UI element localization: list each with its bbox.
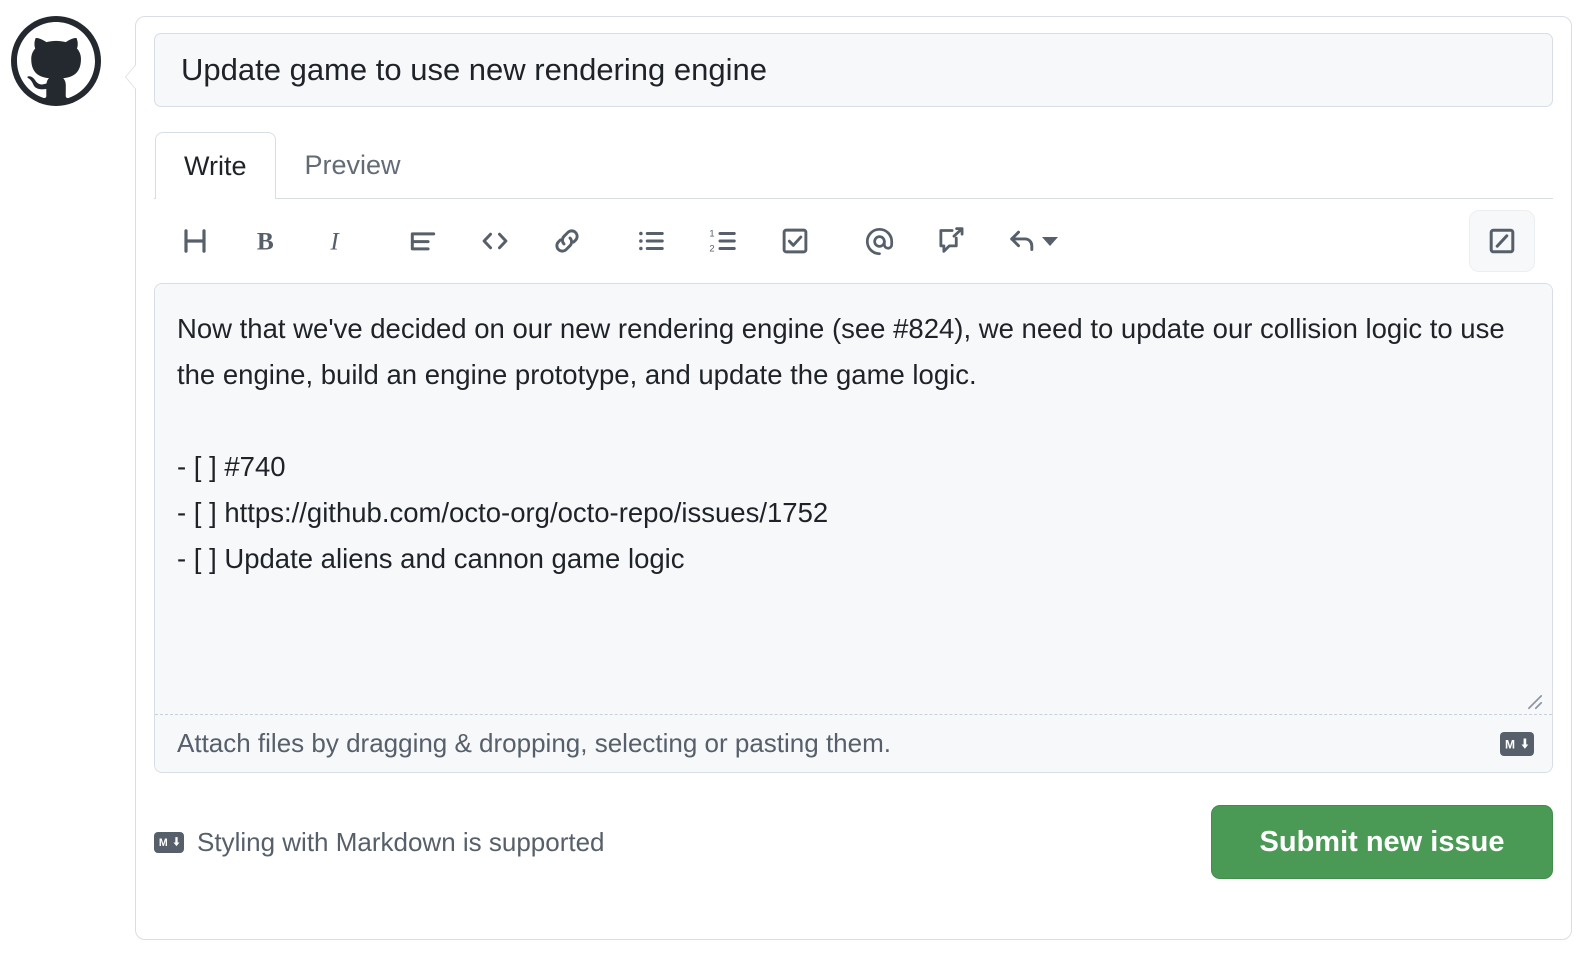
speech-bubble-arrow-inner [126,64,137,90]
svg-text:1: 1 [709,229,714,239]
tab-preview[interactable]: Preview [276,132,430,198]
code-icon [480,226,510,256]
saved-reply-icon [1008,226,1038,256]
avatar[interactable] [11,16,101,106]
svg-text:B: B [257,228,274,256]
quote-button[interactable] [400,218,446,264]
italic-button[interactable]: I [316,218,362,264]
mention-icon [864,226,895,257]
code-button[interactable] [472,218,518,264]
markdown-supported-note[interactable]: M Styling with Markdown is supported [154,827,605,858]
task-list-icon [780,226,810,256]
ordered-list-button[interactable]: 1 2 [700,218,746,264]
comment-body-textarea[interactable] [155,284,1552,714]
github-octocat-icon [17,22,95,100]
unordered-list-icon [636,226,666,256]
link-icon [552,226,582,256]
link-button[interactable] [544,218,590,264]
saved-reply-button[interactable] [1000,218,1066,264]
slash-command-icon [1486,225,1518,257]
heading-button[interactable] [172,218,218,264]
cross-reference-button[interactable] [928,218,974,264]
issue-title-input[interactable] [154,33,1553,107]
tab-preview-label: Preview [304,150,401,180]
heading-icon [180,226,210,256]
bold-button[interactable]: B [244,218,290,264]
issue-composer-page: Write Preview [0,0,1588,956]
submit-new-issue-button[interactable]: Submit new issue [1211,805,1553,879]
svg-text:I: I [329,228,340,256]
tab-write-label: Write [184,150,247,181]
svg-text:M: M [158,837,167,849]
composer-footer: M Styling with Markdown is supported Sub… [154,803,1553,881]
slash-command-button[interactable] [1469,210,1535,272]
chevron-down-icon [1042,236,1058,246]
tab-write[interactable]: Write [155,132,276,199]
markdown-icon: M [154,831,184,853]
mention-button[interactable] [856,218,902,264]
comment-body-wrapper: Attach files by dragging & dropping, sel… [154,283,1553,773]
quote-icon [408,226,438,256]
markdown-toolbar: B I 1 2 [154,199,1553,283]
ordered-list-icon: 1 2 [708,226,738,256]
bold-icon: B [252,226,282,256]
svg-text:2: 2 [709,244,714,254]
svg-text:M: M [1505,737,1515,751]
italic-icon: I [324,226,354,256]
markdown-supported-label: Styling with Markdown is supported [197,826,605,857]
markdown-icon: M [1500,731,1534,756]
write-preview-tabnav: Write Preview [154,132,1553,199]
attach-files-hint: Attach files by dragging & dropping, sel… [177,728,891,758]
unordered-list-button[interactable] [628,218,674,264]
issue-comment-box: Write Preview [125,16,1572,940]
cross-reference-icon [936,226,966,256]
attach-files-bar[interactable]: Attach files by dragging & dropping, sel… [155,714,1552,772]
task-list-button[interactable] [772,218,818,264]
